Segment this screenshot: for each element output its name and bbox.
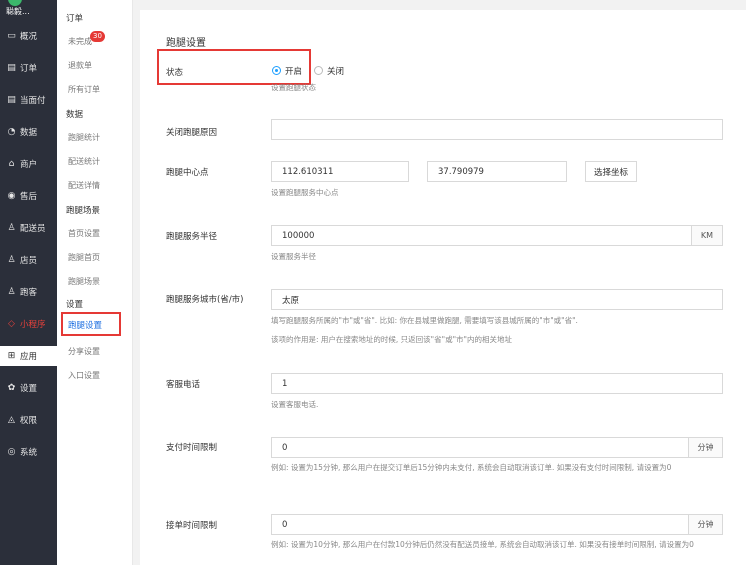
submenu-item-refund[interactable]: 退款单: [68, 60, 92, 71]
submenu-title-scene: 跑腿场景: [66, 206, 101, 216]
submenu-item-errand-home[interactable]: 跑腿首页: [68, 252, 100, 263]
submenu-item-unfinished[interactable]: 未完成30: [68, 31, 107, 48]
chart-circle-icon: ◔: [7, 127, 16, 137]
sidebar-item-runner[interactable]: ♙ 跑客: [0, 282, 57, 302]
sidebar-item-system[interactable]: ◎ 系统: [0, 442, 57, 462]
accept-limit-input[interactable]: 0: [271, 514, 689, 535]
sidebar-item-data[interactable]: ◔ 数据: [0, 122, 57, 142]
submenu-title-settings: 设置: [66, 300, 84, 310]
submenu-item-entry-settings[interactable]: 入口设置: [68, 370, 100, 381]
accept-limit-help: 例如: 设置为10分钟, 那么用户在付款10分钟后仍然没有配送员接单, 系统会自…: [271, 540, 694, 549]
pay-limit-label: 支付时间限制: [166, 443, 218, 453]
sidebar-item-courier[interactable]: ♙ 配送员: [0, 218, 57, 238]
store-icon: ⌂: [8, 159, 15, 169]
sub-menu: 订单 未完成30 退款单 所有订单 数据 跑腿统计 配送统计 配送详情 跑腿场景…: [57, 0, 133, 565]
main-sidebar: 聪毅... ▭ 概况 ▤ 订单 ▤ 当面付 ◔ 数据 ⌂ 商户 ◉ 售后 ♙ 配送员 ♙ 店员 …: [0, 0, 57, 565]
city-help-2: 该项的作用是: 用户在搜索地址的时候, 只返回该"省"或"市"内的相关地址: [271, 335, 512, 344]
submenu-item-all-orders[interactable]: 所有订单: [68, 84, 100, 95]
settings-panel: [140, 10, 746, 565]
submenu-item-share-settings[interactable]: 分享设置: [68, 346, 100, 357]
sidebar-item-after-sales[interactable]: ◉ 售后: [0, 186, 57, 206]
accept-limit-label: 接单时间限制: [166, 521, 218, 531]
radius-help: 设置服务半径: [271, 252, 316, 261]
status-off-label[interactable]: 关闭: [327, 65, 344, 77]
status-label: 状态: [166, 68, 184, 78]
status-off-radio[interactable]: [314, 66, 323, 75]
sidebar-item-apps[interactable]: ⊞ 应用: [0, 346, 57, 366]
sidebar-item-face-pay[interactable]: ▤ 当面付: [0, 90, 57, 110]
list-icon: ▤: [7, 95, 16, 105]
phone-label: 客服电话: [166, 380, 201, 390]
gear-icon: ✿: [7, 383, 16, 393]
person-icon: ♙: [7, 223, 16, 233]
lock-icon: ◬: [8, 415, 15, 425]
list-icon: ▤: [7, 63, 16, 73]
accept-limit-unit: 分钟: [688, 514, 723, 535]
status-help: 设置跑腿状态: [271, 83, 316, 92]
submenu-item-delivery-detail[interactable]: 配送详情: [68, 180, 100, 191]
status-on-radio[interactable]: [272, 66, 281, 75]
submenu-item-home-settings[interactable]: 首页设置: [68, 228, 100, 239]
center-lng-input[interactable]: 112.610311: [271, 161, 409, 182]
person-icon: ♙: [7, 287, 16, 297]
person-icon: ♙: [7, 255, 16, 265]
sidebar-item-clerk[interactable]: ♙ 店员: [0, 250, 57, 270]
phone-help: 设置客服电话.: [271, 400, 319, 409]
city-input[interactable]: 太原: [271, 289, 723, 310]
submenu-title-orders: 订单: [66, 14, 84, 24]
status-on-label[interactable]: 开启: [285, 65, 302, 77]
system-icon: ◎: [7, 447, 16, 457]
section-title: 跑腿设置: [166, 38, 206, 49]
submenu-item-errand-scene[interactable]: 跑腿场景: [68, 276, 100, 287]
miniapp-icon: ◇: [8, 319, 15, 329]
apps-icon: ⊞: [7, 351, 16, 361]
service-icon: ◉: [7, 191, 16, 201]
layout-icon: ▭: [7, 31, 16, 41]
pay-limit-help: 例如: 设置为15分钟, 那么用户在提交订单后15分钟内未支付, 系统会自动取消…: [271, 463, 672, 472]
unfinished-badge: 30: [90, 31, 105, 42]
sidebar-item-permissions[interactable]: ◬ 权限: [0, 410, 57, 430]
center-label: 跑腿中心点: [166, 168, 209, 178]
radius-unit: KM: [691, 225, 723, 246]
submenu-item-errand-stats[interactable]: 跑腿统计: [68, 132, 100, 143]
sidebar-item-miniapp[interactable]: ◇ 小程序: [0, 314, 57, 334]
phone-input[interactable]: 1: [271, 373, 723, 394]
center-lat-input[interactable]: 37.790979: [427, 161, 567, 182]
close-reason-label: 关闭跑腿原因: [166, 128, 218, 138]
city-label: 跑腿服务城市(省/市): [166, 295, 244, 305]
sidebar-item-orders[interactable]: ▤ 订单: [0, 58, 57, 78]
sidebar-brand-area: 聪毅...: [0, 0, 57, 22]
brand-name: 聪毅...: [6, 7, 30, 16]
city-help-1: 填写跑腿服务所属的"市"或"省". 比如: 你在县城里做跑腿, 需要填写该县城所…: [271, 316, 578, 325]
radius-input[interactable]: 100000: [271, 225, 692, 246]
pay-limit-input[interactable]: 0: [271, 437, 689, 458]
submenu-item-delivery-stats[interactable]: 配送统计: [68, 156, 100, 167]
pay-limit-unit: 分钟: [688, 437, 723, 458]
submenu-title-data: 数据: [66, 110, 84, 120]
close-reason-input[interactable]: [271, 119, 723, 140]
submenu-item-errand-settings[interactable]: 跑腿设置: [61, 312, 121, 336]
sidebar-item-overview[interactable]: ▭ 概况: [0, 26, 57, 46]
sidebar-item-settings[interactable]: ✿ 设置: [0, 378, 57, 398]
sidebar-item-merchant[interactable]: ⌂ 商户: [0, 154, 57, 174]
radius-label: 跑腿服务半径: [166, 232, 218, 242]
select-coord-button[interactable]: 选择坐标: [585, 161, 637, 182]
center-help: 设置跑腿服务中心点: [271, 188, 339, 197]
